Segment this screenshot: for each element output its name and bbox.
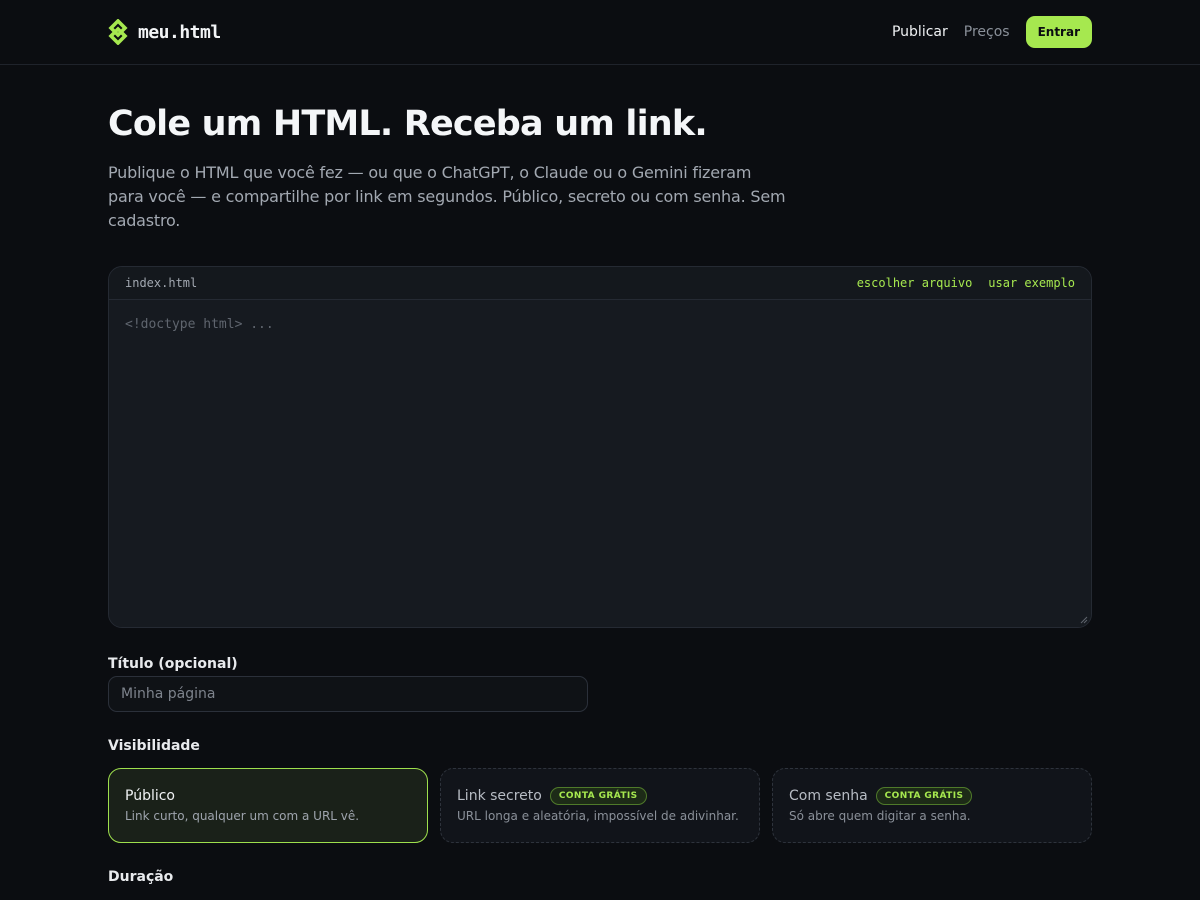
login-button[interactable]: Entrar (1025, 16, 1092, 48)
visibility-option-desc: Link curto, qualquer um com a URL vê. (125, 809, 360, 823)
visibility-option-desc: URL longa e aleatória, impossível de adi… (457, 809, 739, 823)
logo-icon (108, 19, 128, 45)
main-nav: Publicar Preços Entrar (892, 16, 1092, 48)
free-account-badge: CONTA GRÁTIS (549, 787, 647, 805)
title-field-label: Título (opcional) (108, 656, 238, 672)
title-input[interactable] (108, 676, 588, 712)
visibility-option-title: Público (125, 788, 175, 804)
html-code-textarea[interactable] (109, 300, 1091, 627)
page-title: Cole um HTML. Receba um link. (108, 104, 708, 144)
free-account-badge: CONTA GRÁTIS (875, 787, 973, 805)
visibility-option-desc: Só abre quem digitar a senha. (789, 809, 971, 823)
resize-handle-icon[interactable] (1080, 616, 1088, 624)
visibility-option-public[interactable]: Público Link curto, qualquer um com a UR… (108, 768, 428, 843)
brand-name: meu.html (138, 21, 221, 43)
top-navbar: meu.html Publicar Preços Entrar (0, 0, 1200, 65)
editor-file-name: index.html (125, 276, 198, 290)
use-example-link[interactable]: usar exemplo (988, 276, 1075, 290)
editor-actions: escolher arquivo usar exemplo (857, 276, 1075, 290)
visibility-option-password[interactable]: Com senha CONTA GRÁTIS Só abre quem digi… (772, 768, 1092, 843)
duration-label: Duração (108, 869, 174, 885)
editor-header: index.html escolher arquivo usar exemplo (109, 267, 1091, 300)
page-subtitle: Publique o HTML que você fez — ou que o … (108, 163, 786, 230)
nav-link-publish[interactable]: Publicar (892, 24, 948, 40)
visibility-option-title: Com senha (789, 788, 868, 804)
choose-file-link[interactable]: escolher arquivo (857, 276, 973, 290)
visibility-option-title: Link secreto (457, 788, 542, 804)
visibility-label: Visibilidade (108, 738, 200, 754)
visibility-option-secret[interactable]: Link secreto CONTA GRÁTIS URL longa e al… (440, 768, 760, 843)
html-editor: index.html escolher arquivo usar exemplo (108, 266, 1092, 628)
nav-link-pricing[interactable]: Preços (964, 24, 1010, 40)
brand-logo[interactable]: meu.html (108, 19, 221, 45)
